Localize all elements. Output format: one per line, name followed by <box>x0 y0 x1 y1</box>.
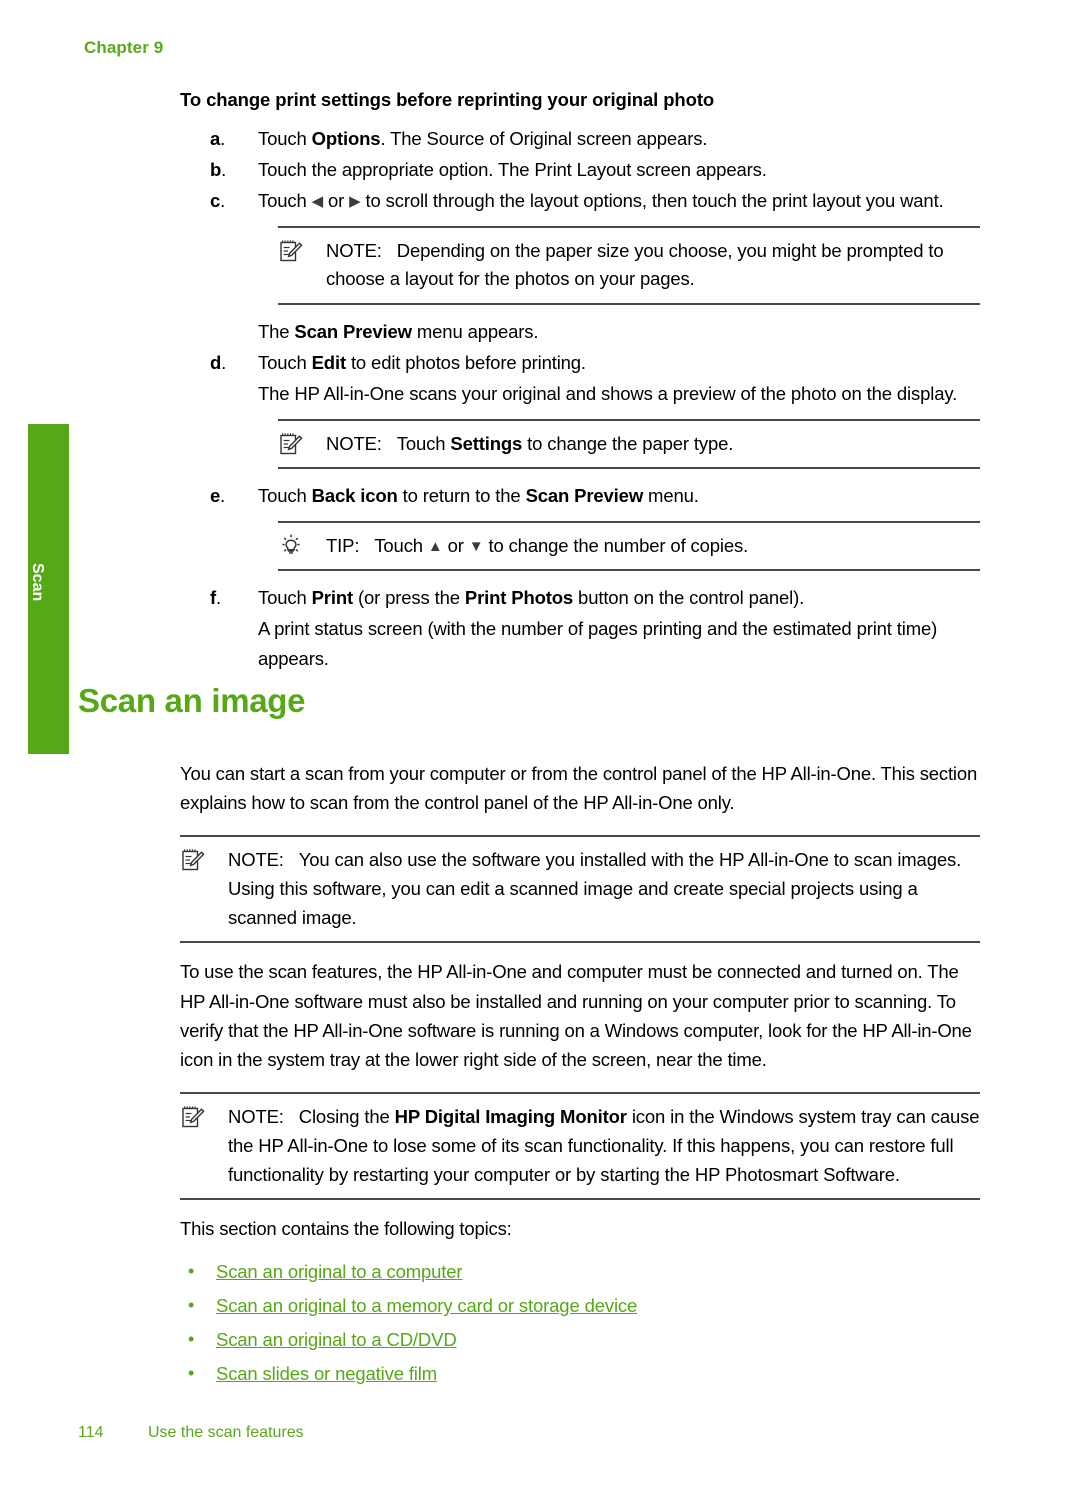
note-text: Depending on the paper size you choose, … <box>326 239 944 290</box>
note-pad-pencil-icon <box>278 431 308 457</box>
procedure-title: To change print settings before reprinti… <box>180 89 715 110</box>
bullet-icon: • <box>188 1329 195 1350</box>
note-pad-pencil-icon <box>278 238 308 264</box>
step-text: Touch the appropriate option. The Print … <box>258 159 767 181</box>
topic-link[interactable]: Scan an original to a memory card or sto… <box>216 1295 637 1316</box>
tip-block-copies: TIP: Touch ▲ or ▼ to change the number o… <box>278 520 980 572</box>
list-item: • Scan an original to a computer <box>180 1257 980 1287</box>
side-tab: Scan <box>28 424 69 754</box>
topic-link[interactable]: Scan an original to a computer <box>216 1261 463 1282</box>
note-block-settings: NOTE: Touch Settings to change the paper… <box>278 418 980 470</box>
topic-link[interactable]: Scan slides or negative film <box>216 1363 437 1384</box>
note-label: NOTE: <box>228 1106 284 1128</box>
step-marker: b. <box>210 159 227 181</box>
step-marker: d. <box>210 352 227 374</box>
note-label: NOTE: <box>326 432 382 454</box>
bullet-icon: • <box>188 1261 195 1282</box>
side-tab-label: Scan <box>29 562 46 602</box>
step-continuation: The HP All-in-One scans your original an… <box>258 383 958 405</box>
note-pad-pencil-icon <box>180 1104 210 1130</box>
note-pad-pencil-icon <box>180 847 210 873</box>
heading-spacer <box>180 673 980 759</box>
step-marker: e. <box>210 485 226 507</box>
step-continuation: A print status screen (with the number o… <box>258 618 938 669</box>
step-text: Touch Back icon to return to the Scan Pr… <box>258 485 699 507</box>
tip-text: Touch ▲ or ▼ to change the number of cop… <box>374 534 749 556</box>
topics-list: • Scan an original to a computer • Scan … <box>180 1257 980 1389</box>
step-text: Touch Options. The Source of Original sc… <box>258 127 708 149</box>
procedure-step: f. Touch Print (or press the Print Photo… <box>180 583 980 612</box>
triangle-glyph: ▲ <box>427 537 443 555</box>
footer-section-title: Use the scan features <box>148 1424 304 1441</box>
triangle-glyph: ▶ <box>349 193 361 211</box>
note-block-layout: NOTE: Depending on the paper size you ch… <box>278 225 980 305</box>
procedure-step: d. Touch Edit to edit photos before prin… <box>180 348 980 377</box>
list-item: • Scan an original to a CD/DVD <box>180 1325 980 1355</box>
bullet-icon: • <box>188 1363 195 1384</box>
note-text: Closing the HP Digital Imaging Monitor i… <box>228 1106 980 1185</box>
page-footer: 114 Use the scan features <box>78 1424 304 1442</box>
step-marker: c. <box>210 190 226 212</box>
footer-page-number: 114 <box>78 1424 104 1441</box>
content-column: To change print settings before reprinti… <box>180 88 980 1393</box>
step-text: Touch Print (or press the Print Photos b… <box>258 587 805 609</box>
section-intro-paragraph: You can start a scan from your computer … <box>180 762 978 814</box>
triangle-glyph: ◀ <box>311 193 324 211</box>
note-text: You can also use the software you instal… <box>228 849 962 928</box>
triangle-glyph: ▼ <box>468 537 484 555</box>
note-block-software: NOTE: You can also use the software you … <box>180 835 980 944</box>
tip-label: TIP: <box>326 534 360 556</box>
list-item: • Scan an original to a memory card or s… <box>180 1291 980 1321</box>
note-label: NOTE: <box>326 239 382 261</box>
step-text: Touch ◀ or ▶ to scroll through the layou… <box>258 190 944 212</box>
step-text: Touch Edit to edit photos before printin… <box>258 352 586 374</box>
list-item: • Scan slides or negative film <box>180 1359 980 1389</box>
section-body-paragraph: To use the scan features, the HP All-in-… <box>180 961 972 1070</box>
chapter-label: Chapter 9 <box>84 38 164 57</box>
bullet-icon: • <box>188 1295 195 1316</box>
document-page: Chapter 9 Scan Scan an image To change p… <box>0 0 1080 1495</box>
procedure-step: c. Touch ◀ or ▶ to scroll through the la… <box>180 186 980 215</box>
procedure-step: a. Touch Options. The Source of Original… <box>180 124 980 153</box>
lightbulb-icon <box>278 533 308 559</box>
procedure-step: b. Touch the appropriate option. The Pri… <box>180 155 980 184</box>
note-block-monitor: NOTE: Closing the HP Digital Imaging Mon… <box>180 1092 980 1201</box>
note-text: Touch Settings to change the paper type. <box>396 432 734 454</box>
scan-preview-line: The Scan Preview menu appears. <box>258 320 539 342</box>
step-marker: f. <box>210 587 222 609</box>
topics-intro: This section contains the following topi… <box>180 1218 512 1240</box>
step-marker: a. <box>210 127 226 149</box>
topic-link[interactable]: Scan an original to a CD/DVD <box>216 1329 457 1350</box>
procedure-step: e. Touch Back icon to return to the Scan… <box>180 481 980 510</box>
note-label: NOTE: <box>228 849 284 871</box>
